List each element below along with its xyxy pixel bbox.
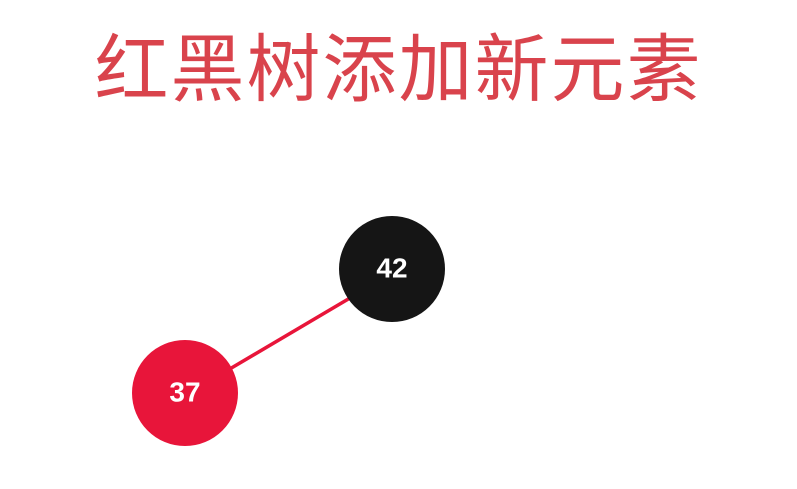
node-value-37: 37 bbox=[169, 376, 200, 407]
tree-node-42: 42 bbox=[339, 216, 445, 322]
tree-edge-42-37 bbox=[226, 296, 352, 372]
node-value-42: 42 bbox=[376, 252, 407, 283]
red-black-tree-diagram: 42 37 bbox=[132, 216, 445, 446]
tree-node-37: 37 bbox=[132, 340, 238, 446]
